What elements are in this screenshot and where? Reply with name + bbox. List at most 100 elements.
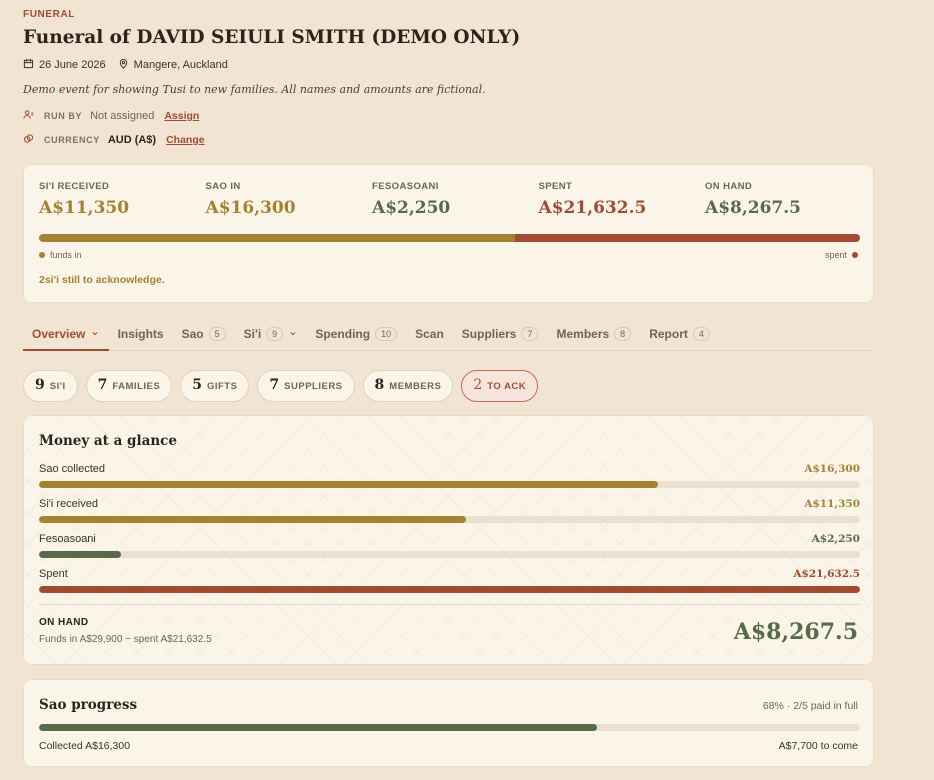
tab-count-badge: 8 xyxy=(614,327,632,341)
chip-si-i[interactable]: 9 SI'I xyxy=(23,370,78,402)
tab-count-badge: 10 xyxy=(375,327,398,341)
funds-split-bar xyxy=(39,234,860,242)
glance-row-track xyxy=(39,586,860,593)
tab-si-i[interactable]: Si'i 9 ⌄ xyxy=(235,318,307,350)
stat-label: ON HAND xyxy=(705,181,753,192)
stat-fesoasoani: FESOASOANI A$2,250 xyxy=(372,181,539,218)
glance-row-amount: A$16,300 xyxy=(804,463,860,475)
sao-progress-title: Sao progress xyxy=(39,697,138,713)
glance-row-label: Spent xyxy=(39,568,68,580)
tab-label: Sao xyxy=(181,327,204,341)
change-currency-link[interactable]: Change xyxy=(166,134,205,146)
stat-value: A$8,267.5 xyxy=(705,198,801,218)
tab-spending[interactable]: Spending 10 xyxy=(306,318,406,350)
stat-on-hand: ON HAND A$8,267.5 xyxy=(705,181,872,218)
acknowledge-note[interactable]: 2si'i still to acknowledge. xyxy=(39,274,165,286)
glance-row-track xyxy=(39,516,860,523)
event-description: Demo event for showing Tusi to new famil… xyxy=(23,83,486,96)
tab-overview[interactable]: Overview ⌄ xyxy=(23,318,109,351)
tab-report[interactable]: Report 4 xyxy=(640,318,719,350)
event-type-label: FUNERAL xyxy=(23,9,75,20)
glance-row-sao-collected: Sao collected A$16,300 xyxy=(39,463,860,488)
stat-label: SPENT xyxy=(538,181,573,192)
chip-label: MEMBERS xyxy=(389,381,442,392)
chevron-down-icon: ⌄ xyxy=(288,326,298,338)
map-pin-icon xyxy=(118,58,129,72)
chip-label: GIFTS xyxy=(206,381,238,392)
glance-row-amount: A$11,350 xyxy=(804,498,860,510)
glance-divider xyxy=(39,604,860,605)
currency-value: AUD (A$) xyxy=(107,134,157,146)
tab-members[interactable]: Members 8 xyxy=(547,318,640,350)
event-date: 26 June 2026 xyxy=(23,58,106,72)
summary-stats: SI'I RECEIVED A$11,350 SAO IN A$16,300 FESOA… xyxy=(39,181,872,218)
on-hand-label: ON HAND xyxy=(39,617,89,628)
person-icon xyxy=(23,109,34,123)
chip-count: 8 xyxy=(374,377,385,393)
chip-gifts[interactable]: 5 GIFTS xyxy=(180,370,250,402)
tab-label: Suppliers xyxy=(461,327,517,341)
chip-count: 5 xyxy=(192,377,202,393)
tab-count-badge: 5 xyxy=(208,327,226,341)
chip-count: 7 xyxy=(269,377,280,393)
tab-suppliers[interactable]: Suppliers 7 xyxy=(453,318,548,350)
spent-segment xyxy=(515,234,860,242)
stat-value: A$11,350 xyxy=(39,198,130,218)
money-at-a-glance-card: Money at a glance Sao collected A$16,300 S… xyxy=(23,415,874,665)
tab-label: Report xyxy=(649,327,688,341)
section-tabs: Overview ⌄ Insights Sao 5 Si'i 9 ⌄ Spending 10 Sca… xyxy=(23,318,874,351)
glance-row-label: Sao collected xyxy=(39,463,106,475)
chip-families[interactable]: 7 FAMILIES xyxy=(85,370,173,402)
tab-insights[interactable]: Insights xyxy=(109,318,173,350)
funds-in-dot xyxy=(39,252,45,258)
stat-value: A$21,632.5 xyxy=(538,198,647,218)
glance-title: Money at a glance xyxy=(39,433,177,449)
tab-sao[interactable]: Sao 5 xyxy=(173,318,235,350)
tab-scan[interactable]: Scan xyxy=(406,318,453,350)
on-hand-formula: Funds in A$29,900 − spent A$21,632.5 xyxy=(39,634,212,645)
glance-row-spent: Spent A$21,632.5 xyxy=(39,568,860,593)
glance-row-fill xyxy=(39,586,860,593)
currency-row: CURRENCY AUD (A$) Change xyxy=(23,133,205,147)
stat-si-i-received: SI'I RECEIVED A$11,350 xyxy=(39,181,206,218)
tab-label: Spending xyxy=(315,327,371,341)
glance-row-amount: A$2,250 xyxy=(811,533,860,545)
count-chips: 9 SI'I 7 FAMILIES 5 GIFTS 7 SUPPLIERS 8 MEMBERS 2 T… xyxy=(23,370,539,402)
currency-icon xyxy=(23,133,34,147)
chip-label: FAMILIES xyxy=(112,381,161,392)
glance-row-track xyxy=(39,551,860,558)
currency-label: CURRENCY xyxy=(44,135,100,145)
sao-collected: Collected A$16,300 xyxy=(39,740,131,752)
summary-card: SI'I RECEIVED A$11,350 SAO IN A$16,300 FESOA… xyxy=(23,164,874,303)
run-by-label: RUN BY xyxy=(44,111,83,121)
stat-sao-in: SAO IN A$16,300 xyxy=(206,181,373,218)
tab-count-badge: 4 xyxy=(692,327,710,341)
sao-progress-fill xyxy=(39,724,598,731)
event-location: Mangere, Auckland xyxy=(118,58,228,72)
tab-label: Si'i xyxy=(243,327,262,341)
sao-progress-card: Sao progress 68% · 2/5 paid in full Coll… xyxy=(23,679,874,767)
assign-link[interactable]: Assign xyxy=(164,110,199,122)
stat-value: A$2,250 xyxy=(372,198,451,218)
stat-value: A$16,300 xyxy=(205,198,296,218)
tab-label: Members xyxy=(556,327,610,341)
legend-spent: spent xyxy=(825,250,858,260)
event-date-text: 26 June 2026 xyxy=(39,59,106,71)
glance-row-amount: A$21,632.5 xyxy=(793,568,860,580)
tab-count-badge: 9 xyxy=(266,327,284,341)
event-location-text: Mangere, Auckland xyxy=(133,59,228,71)
chip-to-ack[interactable]: 2 TO ACK xyxy=(461,370,539,402)
chevron-down-icon: ⌄ xyxy=(90,325,100,338)
stat-spent: SPENT A$21,632.5 xyxy=(539,181,706,218)
sao-progress-meta: 68% · 2/5 paid in full xyxy=(762,700,858,712)
sao-to-come: A$7,700 to come xyxy=(778,740,858,752)
chip-suppliers[interactable]: 7 SUPPLIERS xyxy=(257,370,355,402)
chip-members[interactable]: 8 MEMBERS xyxy=(362,370,454,402)
glance-row-label: Si'i received xyxy=(39,498,98,510)
tab-label: Scan xyxy=(415,327,444,341)
page-title: Funeral of DAVID SEIULI SMITH (DEMO ONLY… xyxy=(23,27,521,48)
funds-in-segment xyxy=(39,234,516,242)
glance-row-label: Fesoasoani xyxy=(39,533,96,545)
legend-funds-in: funds in xyxy=(39,250,82,260)
legend-funds-in-label: funds in xyxy=(50,250,82,260)
